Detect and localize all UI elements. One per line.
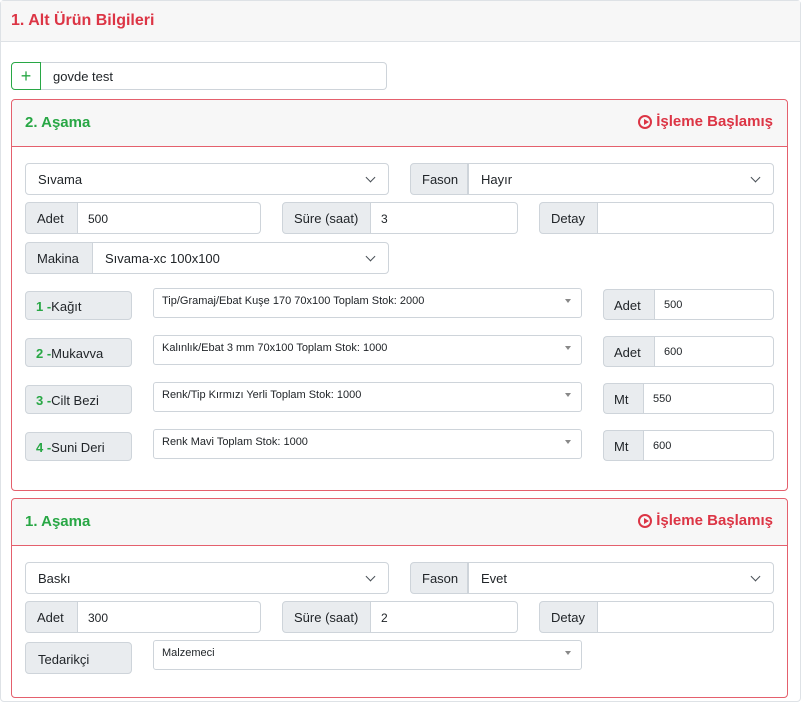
chevron-down-icon bbox=[365, 571, 376, 582]
chevron-down-icon bbox=[750, 571, 761, 582]
stage-title: 1. Aşama bbox=[25, 513, 91, 530]
tedarikci-select[interactable]: Malzemeci bbox=[153, 640, 582, 670]
fason-select[interactable]: Evet bbox=[468, 562, 774, 594]
stage-status: İşleme Başlamış bbox=[638, 512, 773, 529]
stage-title: 2. Aşama bbox=[25, 114, 91, 131]
material-label: 1 -Kağıt bbox=[25, 291, 132, 320]
fason-select-value: Evet bbox=[481, 571, 508, 586]
stage-card: 2. Aşama İşleme Başlamış Sıvama Fason Ha… bbox=[11, 99, 788, 491]
detay-input[interactable] bbox=[598, 202, 774, 234]
caret-down-icon bbox=[565, 346, 571, 350]
stage-status-label: İşleme Başlamış bbox=[656, 512, 773, 529]
material-select-value: Tip/Gramaj/Ebat Kuşe 170 70x100 Toplam S… bbox=[162, 295, 425, 307]
caret-down-icon bbox=[565, 651, 571, 655]
material-select[interactable]: Renk Mavi Toplam Stok: 1000 bbox=[153, 429, 582, 459]
fason-select-value: Hayır bbox=[481, 172, 513, 187]
material-index: 2 - bbox=[36, 346, 52, 361]
play-circle-icon bbox=[638, 114, 653, 129]
stage-card: 1. Aşama İşleme Başlamış Baskı Fason Eve… bbox=[11, 498, 788, 698]
caret-down-icon bbox=[565, 299, 571, 303]
adet-input[interactable]: 500 bbox=[78, 202, 261, 234]
subproduct-card: 1. Alt Ürün Bilgileri + govde test 2. Aş… bbox=[0, 0, 801, 702]
makina-select[interactable]: Sıvama-xc 100x100 bbox=[92, 242, 389, 274]
detay-label: Detay bbox=[539, 601, 598, 633]
material-name: Kağıt bbox=[51, 299, 82, 314]
stage-header: 1. Aşama İşleme Başlamış bbox=[12, 499, 787, 546]
material-select-value: Renk/Tip Kırmızı Yerli Toplam Stok: 1000 bbox=[162, 389, 362, 401]
material-select-value: Renk Mavi Toplam Stok: 1000 bbox=[162, 436, 308, 448]
chevron-down-icon bbox=[750, 172, 761, 183]
detay-label: Detay bbox=[539, 202, 598, 234]
material-select[interactable]: Tip/Gramaj/Ebat Kuşe 170 70x100 Toplam S… bbox=[153, 288, 582, 318]
caret-down-icon bbox=[565, 393, 571, 397]
fason-select[interactable]: Hayır bbox=[468, 163, 774, 195]
material-index: 1 - bbox=[36, 299, 52, 314]
material-name: Mukavva bbox=[51, 346, 104, 361]
chevron-down-icon bbox=[365, 251, 376, 262]
process-select-value: Sıvama bbox=[38, 172, 83, 187]
caret-down-icon bbox=[565, 440, 571, 444]
material-select[interactable]: Renk/Tip Kırmızı Yerli Toplam Stok: 1000 bbox=[153, 382, 582, 412]
stage-status: İşleme Başlamış bbox=[638, 113, 773, 130]
material-label: 3 -Cilt Bezi bbox=[25, 385, 132, 414]
stage-header: 2. Aşama İşleme Başlamış bbox=[12, 100, 787, 147]
sure-label: Süre (saat) bbox=[282, 202, 371, 234]
material-qty-input[interactable]: 600 bbox=[643, 430, 774, 461]
material-index: 4 - bbox=[36, 440, 52, 455]
stage-status-label: İşleme Başlamış bbox=[656, 113, 773, 130]
process-select[interactable]: Sıvama bbox=[25, 163, 389, 195]
process-select-value: Baskı bbox=[38, 571, 71, 586]
play-circle-icon bbox=[638, 513, 653, 528]
material-unit: Mt bbox=[603, 430, 643, 461]
material-qty-input[interactable]: 600 bbox=[654, 336, 774, 367]
chevron-down-icon bbox=[365, 172, 376, 183]
add-subproduct-button[interactable]: + bbox=[11, 62, 41, 90]
material-name: Cilt Bezi bbox=[51, 393, 99, 408]
process-select[interactable]: Baskı bbox=[25, 562, 389, 594]
material-unit: Mt bbox=[603, 383, 643, 414]
subproduct-name-input[interactable]: govde test bbox=[41, 62, 387, 90]
fason-label: Fason bbox=[410, 562, 468, 594]
sure-label: Süre (saat) bbox=[282, 601, 371, 633]
detay-input[interactable] bbox=[598, 601, 774, 633]
material-index: 3 - bbox=[36, 393, 52, 408]
makina-select-value: Sıvama-xc 100x100 bbox=[105, 251, 220, 266]
section-title: 1. Alt Ürün Bilgileri bbox=[11, 12, 155, 29]
material-qty-input[interactable]: 500 bbox=[654, 289, 774, 320]
material-label: 4 -Suni Deri bbox=[25, 432, 132, 461]
tedarikci-label-text: Tedarikçi bbox=[38, 652, 90, 667]
material-label: 2 -Mukavva bbox=[25, 338, 132, 367]
card-header: 1. Alt Ürün Bilgileri bbox=[1, 1, 800, 42]
material-select-value: Kalınlık/Ebat 3 mm 70x100 Toplam Stok: 1… bbox=[162, 342, 388, 354]
material-select[interactable]: Kalınlık/Ebat 3 mm 70x100 Toplam Stok: 1… bbox=[153, 335, 582, 365]
material-name: Suni Deri bbox=[51, 440, 105, 455]
material-unit: Adet bbox=[603, 336, 654, 367]
adet-input[interactable]: 300 bbox=[78, 601, 261, 633]
adet-label: Adet bbox=[25, 601, 78, 633]
material-unit: Adet bbox=[603, 289, 654, 320]
adet-label: Adet bbox=[25, 202, 78, 234]
tedarikci-select-value: Malzemeci bbox=[162, 647, 215, 659]
sure-input[interactable]: 3 bbox=[371, 202, 518, 234]
fason-label: Fason bbox=[410, 163, 468, 195]
material-qty-input[interactable]: 550 bbox=[643, 383, 774, 414]
sure-input[interactable]: 2 bbox=[371, 601, 518, 633]
tedarikci-label: Tedarikçi bbox=[25, 642, 132, 674]
makina-label: Makina bbox=[25, 242, 93, 274]
